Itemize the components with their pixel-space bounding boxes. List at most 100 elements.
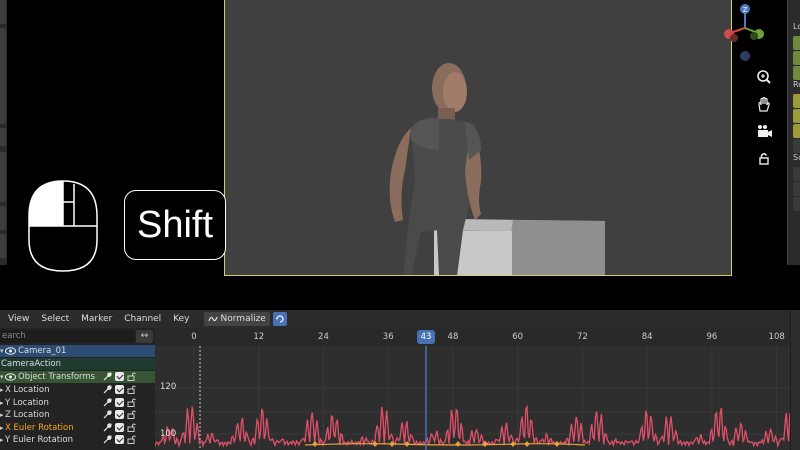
channel-camera[interactable]: ▾ Camera_01 [0, 345, 155, 357]
toolbar-button[interactable] [0, 28, 6, 124]
unlock-icon[interactable] [127, 423, 136, 432]
menu-marker[interactable]: Marker [75, 314, 118, 324]
group-name: Object Transforms [18, 372, 96, 382]
toolbar-button[interactable] [0, 206, 6, 230]
toolbar-button[interactable] [0, 0, 6, 24]
scale-label: So [793, 153, 800, 162]
channel-toggles [103, 397, 136, 407]
fcurve-channel[interactable]: ▸ Z Location [0, 409, 155, 421]
eye-icon[interactable] [5, 373, 16, 381]
enabled-checkbox[interactable] [115, 397, 124, 407]
keyframe-point[interactable] [455, 441, 461, 447]
fcurve-name: Y Euler Rotation [5, 435, 73, 445]
toolbar-strip [0, 0, 7, 265]
location-field[interactable] [793, 51, 800, 65]
fcurve-name: Y Location [5, 397, 49, 408]
channel-search-input[interactable]: earch [0, 330, 134, 343]
unlock-icon[interactable] [127, 410, 136, 419]
channel-list: earch ↔ ▾ Camera_01 CameraAction ▾ Objec… [0, 328, 155, 450]
keyframe-point[interactable] [312, 441, 318, 447]
keyframe-point[interactable] [554, 441, 560, 447]
frame-tick-label: 108 [768, 332, 785, 342]
properties-sidebar[interactable]: Lo Ro So [787, 0, 800, 265]
unlock-icon[interactable] [127, 385, 136, 394]
channel-action[interactable]: CameraAction [0, 358, 155, 370]
expand-arrow-icon[interactable]: ▸ [0, 422, 4, 434]
current-frame-indicator[interactable]: 43 [416, 330, 435, 344]
fcurve-red[interactable] [155, 404, 790, 449]
channel-toggles [103, 422, 136, 432]
zoom-icon[interactable] [752, 66, 776, 90]
fcurve-channel[interactable]: ▸ Y Euler Rotation [0, 434, 155, 446]
scene-render [389, 63, 605, 275]
wrench-icon[interactable] [103, 410, 112, 419]
menu-view[interactable]: View [0, 314, 35, 324]
fcurve-canvas[interactable] [155, 328, 790, 450]
rotation-field[interactable] [793, 109, 800, 123]
menu-select[interactable]: Select [35, 314, 75, 324]
fcurve-channel[interactable]: ▸ Y Location [0, 397, 155, 409]
rotation-label: Ro [793, 80, 800, 89]
wrench-icon[interactable] [103, 372, 112, 381]
enabled-checkbox[interactable] [115, 385, 124, 394]
mouse-button-overlay-icon [28, 180, 98, 272]
graph-area[interactable]: 0 12 24 36 48 60 72 84 96 108 43 120 100 [155, 328, 790, 450]
expand-arrow-icon[interactable]: ▸ [0, 397, 4, 409]
scale-field[interactable] [793, 182, 800, 196]
expand-arrow-icon[interactable]: ▸ [0, 434, 4, 446]
wrench-icon[interactable] [103, 397, 112, 407]
frame-ruler[interactable]: 0 12 24 36 48 60 72 84 96 108 43 [155, 328, 790, 346]
eye-icon[interactable] [5, 347, 16, 355]
menu-key[interactable]: Key [167, 314, 195, 324]
rotation-mode-field[interactable] [793, 139, 800, 153]
keyframe-point[interactable] [524, 441, 530, 447]
action-name: CameraAction [1, 359, 61, 369]
auto-normalize-button[interactable] [272, 312, 287, 326]
toolbar-button[interactable] [0, 234, 6, 258]
enabled-checkbox[interactable] [115, 435, 124, 444]
unlock-icon[interactable] [127, 372, 136, 381]
value-axis-label: 100 [160, 429, 177, 439]
graph-sidebar[interactable] [790, 310, 800, 450]
3d-viewport[interactable]: Z Lo Ro [0, 0, 800, 310]
unlock-icon[interactable] [127, 435, 136, 444]
channel-toggles [103, 410, 136, 419]
location-field[interactable] [793, 36, 800, 50]
wrench-icon[interactable] [103, 385, 112, 394]
menu-channel[interactable]: Channel [118, 314, 167, 324]
enabled-checkbox[interactable] [115, 410, 124, 419]
svg-text:Z: Z [743, 6, 748, 14]
wrench-icon[interactable] [103, 422, 112, 432]
unlock-icon[interactable] [127, 398, 136, 407]
channel-group-object-transforms[interactable]: ▾ Object Transforms [0, 371, 155, 383]
enabled-checkbox[interactable] [115, 422, 124, 432]
expand-arrow-icon[interactable]: ▸ [0, 409, 4, 421]
normalize-label: Normalize [220, 314, 266, 324]
toolbar-button[interactable] [0, 152, 6, 202]
fcurve-channel[interactable]: ▸ X Location [0, 384, 155, 396]
navigation-gizmo[interactable]: Z [720, 0, 770, 62]
swap-toggle-button[interactable]: ↔ [136, 330, 153, 343]
rotation-field[interactable] [793, 124, 800, 138]
refresh-icon [275, 315, 284, 323]
collapse-arrow-icon[interactable]: ▾ [0, 345, 4, 357]
location-label: Lo [793, 22, 800, 31]
normalize-toggle[interactable]: Normalize [203, 312, 270, 326]
rotation-field[interactable] [793, 94, 800, 108]
collapse-arrow-icon[interactable]: ▾ [0, 371, 4, 383]
expand-arrow-icon[interactable]: ▸ [0, 384, 4, 396]
camera-frame[interactable] [224, 0, 732, 276]
toolbar-button[interactable] [0, 128, 6, 146]
pan-hand-icon[interactable] [752, 93, 776, 117]
scale-field[interactable] [793, 197, 800, 211]
enabled-checkbox[interactable] [115, 372, 124, 381]
frame-tick-label: 12 [253, 332, 265, 342]
fcurve-name: Z Location [5, 410, 50, 420]
lock-icon[interactable] [752, 147, 776, 171]
frame-tick-label: 60 [512, 332, 524, 342]
wrench-icon[interactable] [103, 435, 112, 444]
location-field[interactable] [793, 66, 800, 80]
camera-view-icon[interactable] [752, 120, 776, 144]
fcurve-channel[interactable]: ▸ X Euler Rotation [0, 422, 155, 434]
scale-field[interactable] [793, 167, 800, 181]
